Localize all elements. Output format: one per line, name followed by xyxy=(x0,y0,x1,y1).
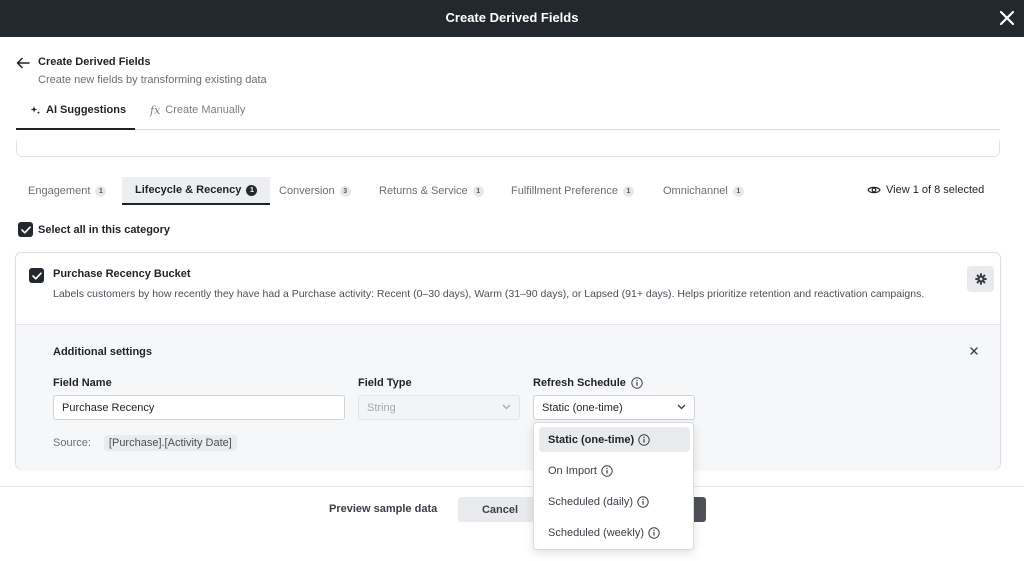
footer-divider xyxy=(0,486,1024,487)
info-icon xyxy=(638,433,650,446)
info-icon xyxy=(648,526,660,539)
back-arrow-icon[interactable] xyxy=(16,57,30,69)
sparkle-icon xyxy=(30,106,41,115)
preview-sample-data-link[interactable]: Preview sample data xyxy=(329,503,437,515)
close-settings-icon[interactable] xyxy=(969,346,979,356)
tab-ai-suggestions[interactable]: AI Suggestions xyxy=(16,104,135,130)
refresh-schedule-dropdown: Static (one-time) On Import Scheduled (d… xyxy=(533,422,694,550)
tab-lifecycle-recency[interactable]: Lifecycle & Recency 1 xyxy=(122,177,271,205)
tab-label: Fulfillment Preference xyxy=(511,185,618,197)
tab-returns-service[interactable]: Returns & Service 1 xyxy=(379,177,484,205)
settings-button[interactable] xyxy=(967,266,994,292)
field-description: Labels customers by how recently they ha… xyxy=(53,288,925,300)
modal-title: Create Derived Fields xyxy=(445,10,579,25)
tab-label: Omnichannel xyxy=(663,185,728,197)
tab-label: Conversion xyxy=(279,185,335,197)
cancel-button[interactable]: Cancel xyxy=(458,497,542,522)
gear-icon xyxy=(974,273,987,285)
page-subtitle: Create new fields by transforming existi… xyxy=(38,74,267,86)
option-label: Scheduled (daily) xyxy=(548,495,633,508)
select-all-label: Select all in this category xyxy=(38,223,171,236)
page-title: Create Derived Fields xyxy=(38,56,151,68)
tab-omnichannel[interactable]: Omnichannel 1 xyxy=(663,177,744,205)
tab-label: Returns & Service xyxy=(379,185,468,197)
source-chip: [Purchase].[Activity Date] xyxy=(103,435,237,451)
chevron-down-icon xyxy=(677,404,686,410)
count-badge: 1 xyxy=(623,185,634,197)
count-badge: 1 xyxy=(95,185,107,197)
field-title: Purchase Recency Bucket xyxy=(53,268,191,280)
count-badge: 1 xyxy=(732,185,744,197)
eye-icon xyxy=(867,186,881,194)
chevron-down-icon xyxy=(502,404,511,410)
option-scheduled-weekly[interactable]: Scheduled (weekly) xyxy=(539,520,690,545)
source-label: Source: xyxy=(53,437,91,449)
option-label: Scheduled (weekly) xyxy=(548,526,644,539)
close-icon[interactable] xyxy=(998,9,1016,27)
refresh-schedule-label: Refresh Schedule xyxy=(533,377,643,389)
tab-engagement[interactable]: Engagement 1 xyxy=(28,177,107,205)
field-type-value: String xyxy=(367,401,396,414)
option-label: On Import xyxy=(548,464,597,477)
tab-fulfillment-preference[interactable]: Fulfillment Preference 1 xyxy=(511,177,634,205)
tab-label: Lifecycle & Recency xyxy=(135,184,242,196)
field-name-label: Field Name xyxy=(53,377,112,389)
refresh-schedule-value: Static (one-time) xyxy=(542,401,623,414)
modal-title-bar: Create Derived Fields xyxy=(0,0,1024,37)
view-selected-toggle[interactable]: View 1 of 8 selected xyxy=(867,184,984,196)
option-static-one-time[interactable]: Static (one-time) xyxy=(539,427,690,452)
tab-create-manually[interactable]: fx Create Manually xyxy=(150,104,245,130)
tab-label: Engagement xyxy=(28,185,91,197)
tab-label: AI Suggestions xyxy=(46,104,127,116)
check-icon xyxy=(20,225,31,234)
refresh-schedule-select[interactable]: Static (one-time) xyxy=(533,395,695,420)
check-icon xyxy=(31,271,42,280)
info-icon xyxy=(637,495,649,508)
settings-title: Additional settings xyxy=(53,346,152,358)
mode-tabs: AI Suggestions fx Create Manually xyxy=(16,104,1000,130)
derived-field-card: Purchase Recency Bucket Labels customers… xyxy=(15,252,1001,469)
field-name-value: Purchase Recency xyxy=(62,401,155,414)
field-name-input[interactable]: Purchase Recency xyxy=(53,395,345,420)
collapsed-panel xyxy=(16,140,1000,157)
category-tabs: Engagement 1 Lifecycle & Recency 1 Conve… xyxy=(16,177,1000,205)
view-selected-label: View 1 of 8 selected xyxy=(886,184,985,196)
option-label: Static (one-time) xyxy=(548,433,635,446)
field-checkbox[interactable] xyxy=(29,268,44,283)
tab-conversion[interactable]: Conversion 3 xyxy=(279,177,351,205)
count-badge: 3 xyxy=(339,185,351,197)
function-icon: fx xyxy=(150,104,161,117)
select-all-row: Select all in this category xyxy=(18,222,170,237)
option-on-import[interactable]: On Import xyxy=(539,458,690,483)
additional-settings-panel: Additional settings Field Name Purchase … xyxy=(16,324,1000,469)
refresh-label-text: Refresh Schedule xyxy=(533,377,626,389)
tab-label: Create Manually xyxy=(165,104,246,116)
count-badge: 1 xyxy=(246,184,258,196)
select-all-checkbox[interactable] xyxy=(18,222,33,237)
source-row: Source: [Purchase].[Activity Date] xyxy=(53,435,237,451)
field-type-select: String xyxy=(358,395,520,420)
info-icon[interactable] xyxy=(631,377,643,389)
info-icon xyxy=(601,464,613,477)
option-scheduled-daily[interactable]: Scheduled (daily) xyxy=(539,489,690,514)
field-type-label: Field Type xyxy=(358,377,412,389)
count-badge: 1 xyxy=(472,185,484,197)
